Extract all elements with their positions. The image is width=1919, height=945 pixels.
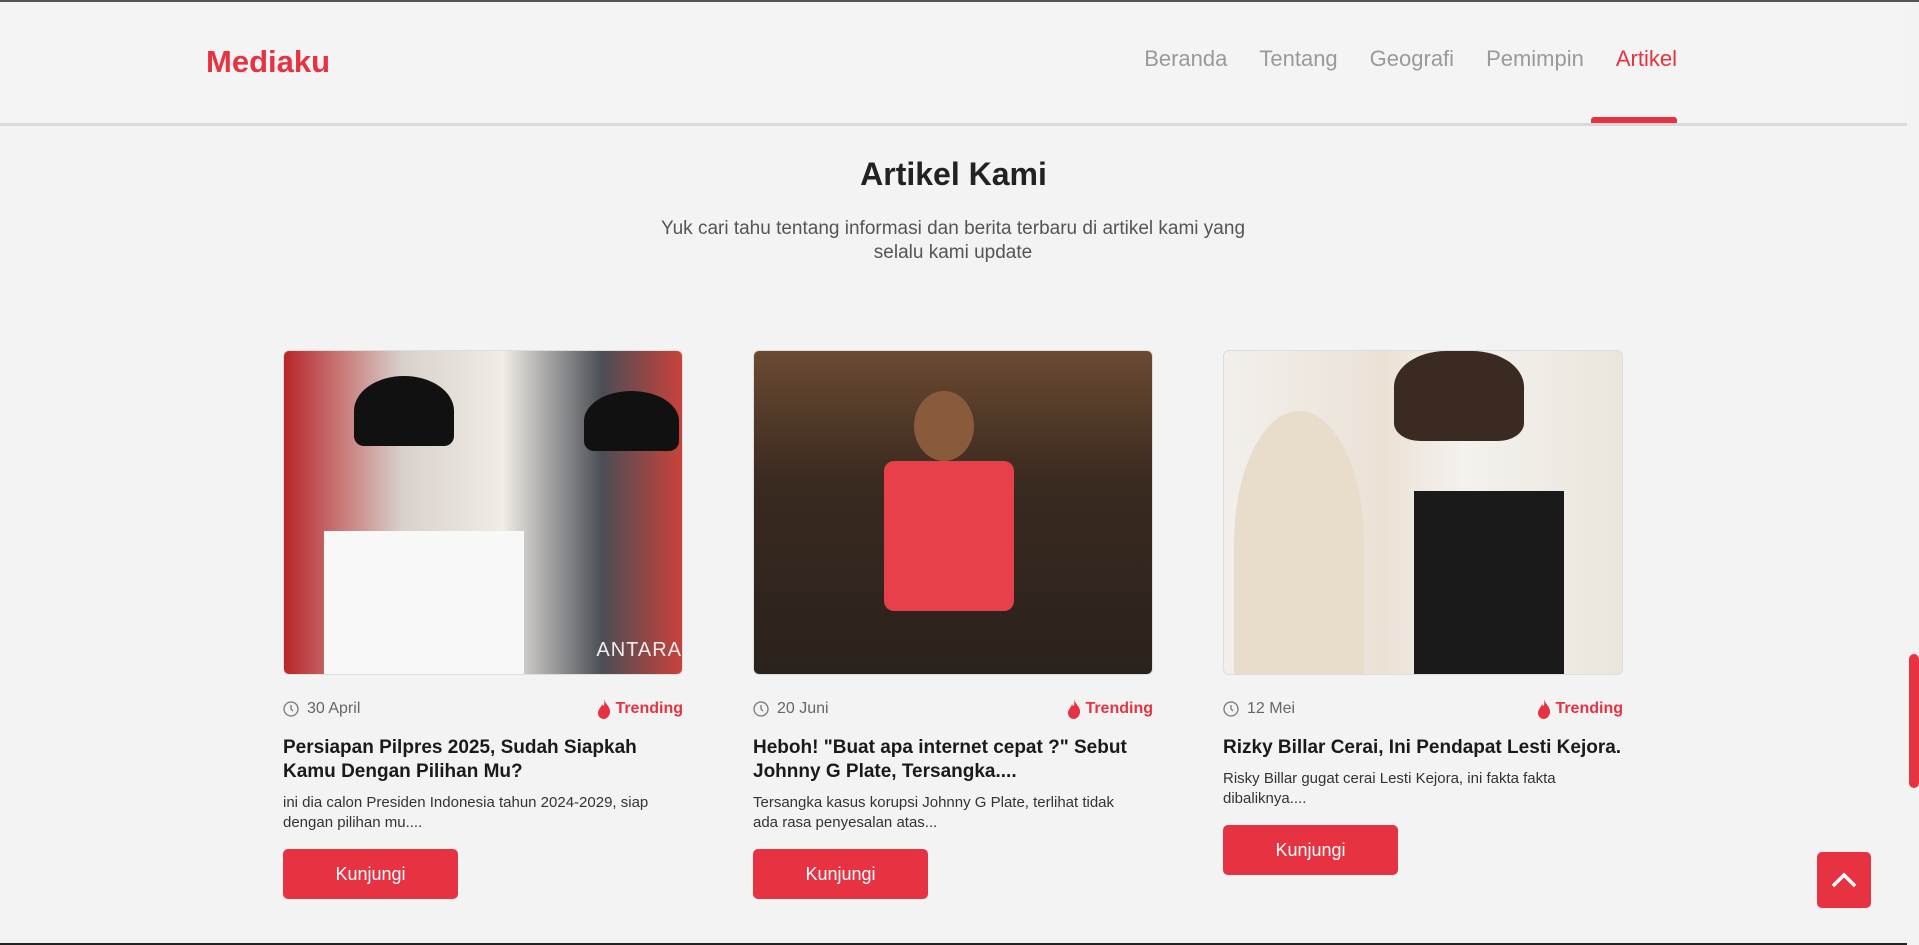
article-date: 30 April bbox=[307, 700, 361, 717]
article-image bbox=[753, 350, 1153, 675]
nav-tentang[interactable]: Tentang bbox=[1259, 46, 1337, 72]
scrollbar[interactable] bbox=[1907, 2, 1919, 945]
navbar: Mediaku Beranda Tentang Geografi Pemimpi… bbox=[0, 2, 1907, 126]
visit-button[interactable]: Kunjungi bbox=[753, 849, 928, 899]
trending-badge: Trending bbox=[1085, 700, 1153, 717]
article-desc: Tersangka kasus korupsi Johnny G Plate, … bbox=[753, 794, 1115, 831]
clock-icon bbox=[1223, 701, 1239, 717]
article-title[interactable]: Rizky Billar Cerai, Ini Pendapat Lesti K… bbox=[1223, 736, 1623, 760]
trending-badge: Trending bbox=[615, 700, 683, 717]
article-card: 20 Juni Trending Heboh! "Buat apa intern… bbox=[753, 350, 1153, 899]
article-card: 12 Mei Trending Rizky Billar Cerai, Ini … bbox=[1223, 350, 1623, 875]
nav-beranda[interactable]: Beranda bbox=[1144, 46, 1227, 72]
article-image bbox=[1223, 350, 1623, 675]
article-desc: ini dia calon Presiden Indonesia tahun 2… bbox=[283, 794, 649, 831]
nav-pemimpin[interactable]: Pemimpin bbox=[1486, 46, 1584, 72]
article-image: ANTARA bbox=[283, 350, 683, 675]
chevron-up-icon bbox=[1831, 872, 1857, 888]
fire-icon bbox=[598, 699, 611, 719]
article-date: 12 Mei bbox=[1247, 700, 1296, 717]
article-title[interactable]: Persiapan Pilpres 2025, Sudah Siapkah Ka… bbox=[283, 736, 683, 784]
section-title: Artikel Kami bbox=[860, 156, 1047, 192]
clock-icon bbox=[283, 701, 299, 717]
logo[interactable]: Mediaku bbox=[206, 44, 330, 80]
nav-artikel[interactable]: Artikel bbox=[1590, 46, 1678, 123]
scroll-to-top-button[interactable] bbox=[1817, 852, 1871, 908]
visit-button[interactable]: Kunjungi bbox=[1223, 825, 1398, 875]
fire-icon bbox=[1538, 699, 1551, 719]
article-card: ANTARA 30 April Trending Persiapan Pilpr… bbox=[283, 350, 683, 899]
article-desc: Risky Billar gugat cerai Lesti Kejora, i… bbox=[1223, 770, 1556, 807]
antara-watermark: ANTARA bbox=[596, 639, 682, 661]
nav-menu: Beranda Tentang Geografi Pemimpin Artike… bbox=[1144, 46, 1678, 123]
scrollbar-thumb[interactable] bbox=[1909, 654, 1919, 788]
article-date: 20 Juni bbox=[777, 700, 829, 717]
visit-button[interactable]: Kunjungi bbox=[283, 849, 458, 899]
nav-geografi[interactable]: Geografi bbox=[1370, 46, 1454, 72]
clock-icon bbox=[753, 701, 769, 717]
trending-badge: Trending bbox=[1555, 700, 1623, 717]
fire-icon bbox=[1068, 699, 1081, 719]
article-title[interactable]: Heboh! "Buat apa internet cepat ?" Sebut… bbox=[753, 736, 1153, 784]
section-subtitle: Yuk cari tahu tentang informasi dan beri… bbox=[660, 218, 1246, 263]
